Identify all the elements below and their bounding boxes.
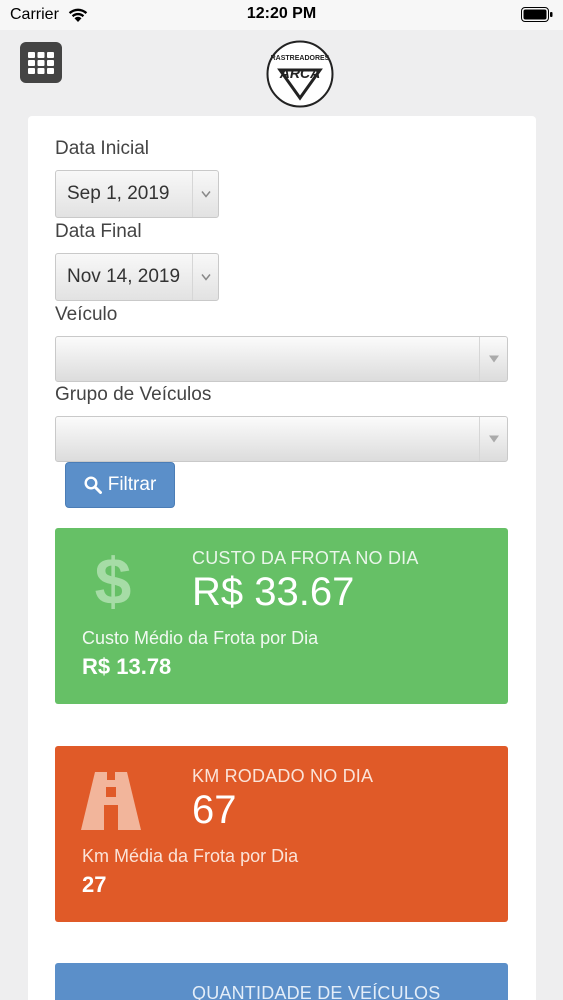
chevron-down-icon: [200, 274, 211, 281]
start-date-label: Data Inicial: [55, 138, 149, 159]
caret-down-icon: [488, 355, 499, 363]
svg-text:ARCA: ARCA: [279, 65, 320, 81]
menu-button[interactable]: [20, 42, 62, 83]
svg-text:$: $: [95, 548, 132, 614]
fleet-average-cost-value: R$ 13.78: [82, 654, 172, 679]
vehicle-label: Veículo: [55, 304, 118, 325]
vehicle-group-label: Grupo de Veículos: [55, 384, 212, 405]
chevron-down-icon: [200, 191, 211, 198]
fleet-cost-title: CUSTO DA FROTA NO DIA: [192, 548, 419, 568]
road-icon: [81, 772, 141, 830]
filter-button-label: Filtrar: [107, 474, 157, 495]
vehicle-group-select[interactable]: [55, 416, 508, 462]
km-driven-value: 67: [192, 788, 237, 832]
start-date-value: Sep 1, 2019: [67, 183, 170, 204]
arca-logo: RASTREADORES ARCA: [266, 40, 334, 108]
fleet-cost-panel: $ CUSTO DA FROTA NO DIA R$ 33.67 Custo M…: [55, 528, 508, 704]
caret-down-icon: [488, 435, 499, 443]
fleet-average-km-value: 27: [82, 872, 107, 897]
vehicle-count-panel: QUANTIDADE DE VEÍCULOS: [55, 963, 508, 1000]
end-date-label: Data Final: [55, 221, 142, 242]
end-date-value: Nov 14, 2019: [67, 266, 181, 287]
fleet-cost-value: R$ 33.67: [192, 570, 355, 614]
end-date-select[interactable]: Nov 14, 2019: [55, 253, 219, 301]
km-driven-panel: KM RODADO NO DIA 67 Km Média da Frota po…: [55, 746, 508, 922]
svg-text:RASTREADORES: RASTREADORES: [271, 55, 330, 62]
vehicle-select[interactable]: [55, 336, 508, 382]
grid-menu-icon: [28, 51, 54, 74]
km-driven-title: KM RODADO NO DIA: [192, 766, 374, 786]
fleet-average-km-label: Km Média da Frota por Dia: [82, 846, 299, 866]
status-bar: Carrier 12:20 PM: [0, 0, 563, 30]
fleet-average-cost-label: Custo Médio da Frota por Dia: [82, 628, 319, 648]
vehicle-count-title: QUANTIDADE DE VEÍCULOS: [192, 983, 441, 1000]
battery-icon: [521, 7, 553, 22]
app-header: RASTREADORES ARCA: [0, 30, 563, 116]
search-icon: [84, 476, 102, 494]
clock: 12:20 PM: [246, 5, 317, 22]
filter-card: Data Inicial Sep 1, 2019 Data Final Nov …: [28, 116, 536, 1000]
dollar-icon: $: [95, 548, 132, 614]
filter-button[interactable]: Filtrar: [65, 462, 175, 508]
start-date-select[interactable]: Sep 1, 2019: [55, 170, 219, 218]
